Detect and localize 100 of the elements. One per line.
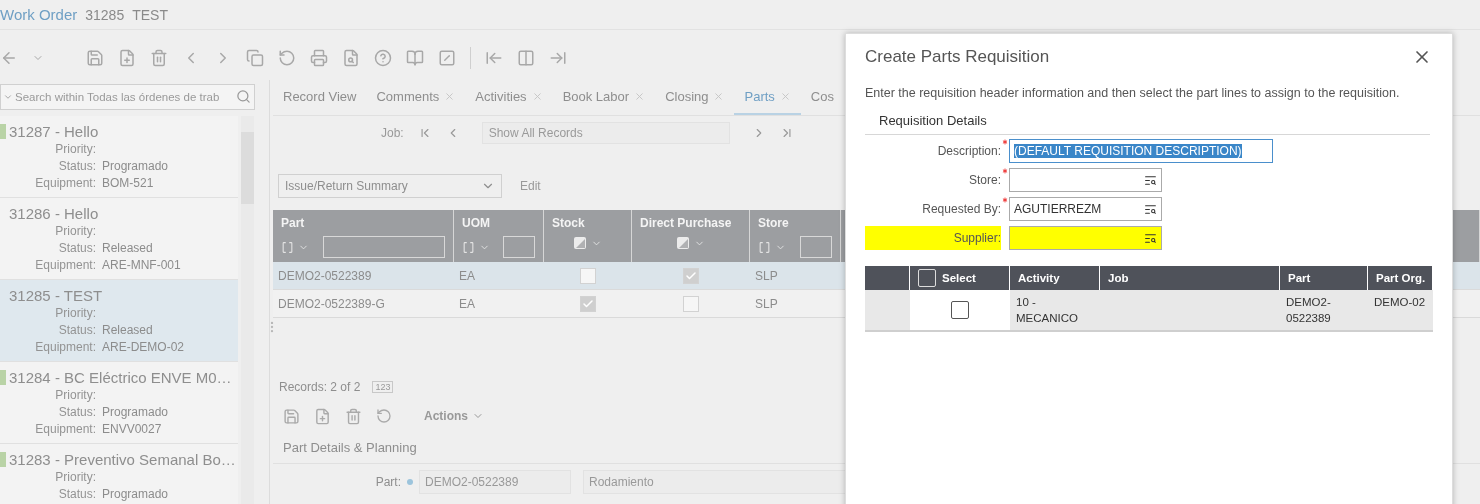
field-label: Equipment:	[34, 339, 96, 356]
tab[interactable]: Book Labor	[552, 80, 656, 115]
new-record-icon[interactable]	[314, 407, 331, 425]
lookup-icon[interactable]	[1144, 173, 1157, 187]
row-checkbox[interactable]	[951, 301, 969, 319]
filter-type-icon[interactable]	[462, 240, 475, 254]
edit-icon[interactable]	[438, 49, 456, 67]
tab[interactable]: Record View	[273, 80, 367, 115]
work-order-item[interactable]: 31284 - BC Eléctrico ENVE M0… Priority: Status: Programado Equipment: ENVV0027	[0, 362, 238, 444]
column-title: Part Org.	[1376, 272, 1426, 284]
save-icon[interactable]	[86, 49, 104, 67]
record-number: 31285	[85, 6, 125, 23]
undo-icon[interactable]	[278, 49, 296, 67]
grid-view-select[interactable]: Issue/Return Summary	[278, 174, 502, 198]
delete-icon[interactable]	[345, 407, 362, 425]
work-order-title: 31283 - Preventivo Semanal Bo…	[9, 450, 236, 468]
lookup-icon[interactable]	[1144, 231, 1157, 245]
lookup-field[interactable]	[1009, 168, 1162, 192]
close-icon[interactable]	[634, 90, 646, 102]
input-field[interactable]: (DEFAULT REQUISITION DESCRIPTION)	[1009, 139, 1273, 163]
field-value: Released	[102, 322, 153, 339]
dialog-title: Create Parts Requisition	[865, 47, 1050, 67]
table-cell: DEMO2-0522389	[273, 262, 454, 290]
tab[interactable]: Cos	[800, 80, 844, 115]
work-order-title: 31286 - Hello	[9, 204, 99, 222]
field-label: Priority:	[54, 305, 96, 322]
required-dot	[407, 479, 413, 485]
work-order-title: 31284 - BC Eléctrico ENVE M0…	[9, 368, 232, 386]
job-field[interactable]: Show All Records	[481, 122, 730, 144]
filter-field[interactable]	[503, 236, 535, 258]
field-label: Priority:	[54, 223, 96, 240]
filter-type-icon[interactable]	[281, 240, 294, 254]
tab[interactable]: Comments	[366, 80, 466, 115]
print-icon[interactable]	[310, 49, 328, 67]
field-label: Status:	[57, 158, 96, 175]
part-field[interactable]: DEMO2-0522389	[419, 470, 571, 494]
edit-link[interactable]: Edit	[520, 179, 541, 193]
filter-field[interactable]	[800, 236, 832, 258]
back-icon[interactable]	[0, 49, 18, 67]
new-record-icon[interactable]	[118, 49, 136, 67]
work-order-item[interactable]: 31283 - Preventivo Semanal Bo… Priority: Status: Programado	[0, 444, 238, 504]
close-icon[interactable]	[713, 90, 725, 102]
field-label: Description:	[936, 143, 1001, 160]
caret-icon[interactable]	[3, 92, 13, 102]
field-label: Equipment:	[34, 421, 96, 438]
lookup-field[interactable]: AGUTIERREZM	[1009, 197, 1162, 221]
delete-icon[interactable]	[150, 49, 168, 67]
field-label: Status:	[57, 404, 96, 421]
checkbox-filter-icon[interactable]	[676, 236, 690, 250]
save-icon[interactable]	[283, 407, 300, 425]
field-label: Priority:	[54, 469, 96, 486]
copy-icon[interactable]	[246, 49, 264, 67]
field-label: Part:	[374, 475, 401, 489]
book-icon[interactable]	[406, 49, 424, 67]
module-link[interactable]: Work Order	[0, 6, 78, 23]
column-title: Stock	[552, 216, 586, 230]
work-order-item[interactable]: 31286 - Hello Priority: Status: Released Equipment: ARE-MNF-001	[0, 198, 238, 280]
work-order-item[interactable]: 31287 - Hello Priority: Status: Programado Equipment: BOM-521	[0, 116, 238, 198]
lookup-icon[interactable]	[1144, 202, 1157, 216]
record-count-badge[interactable]: 123	[372, 381, 394, 393]
field-value: BOM-521	[102, 175, 154, 192]
select-all-checkbox[interactable]	[918, 269, 936, 287]
work-order-item[interactable]: 31285 - TEST Priority: Status: Released Equipment: ARE-DEMO-02	[0, 280, 238, 362]
work-order-title: 31287 - Hello	[9, 122, 99, 140]
search-field[interactable]: Search within Todas las órdenes de trab	[0, 84, 255, 110]
close-icon[interactable]	[444, 90, 456, 102]
collapse-left-icon[interactable]	[485, 49, 503, 67]
lookup-field[interactable]	[1009, 226, 1162, 250]
field-label: Status:	[57, 322, 96, 339]
field-value: Programado	[102, 158, 169, 175]
field-label: Equipment:	[34, 257, 96, 274]
actions-menu[interactable]: Actions	[424, 409, 484, 423]
tab[interactable]: Closing	[655, 80, 735, 115]
table-cell: DEMO-02	[1368, 290, 1433, 332]
close-icon[interactable]	[531, 90, 543, 102]
filter-field[interactable]	[323, 236, 445, 258]
collapse-right-icon[interactable]	[549, 49, 567, 67]
field-value: ARE-DEMO-02	[102, 339, 184, 356]
checkbox-filter-icon[interactable]	[573, 236, 587, 250]
table-cell: SLP	[750, 262, 841, 290]
field-label: Supplier:	[865, 226, 1001, 250]
filter-type-icon[interactable]	[758, 240, 771, 254]
field-value: Released	[102, 240, 153, 257]
tab[interactable]: Activities	[465, 80, 553, 115]
tab[interactable]: Parts	[734, 80, 801, 115]
record-count: Records: 2 of 2	[279, 380, 361, 394]
field-value: Programado	[102, 486, 169, 503]
search-icon[interactable]	[236, 89, 251, 104]
preview-icon[interactable]	[342, 49, 360, 67]
field-value: ENVV0027	[102, 421, 162, 438]
split-view-icon[interactable]	[517, 49, 535, 67]
column-title: Job	[1108, 272, 1129, 284]
help-icon[interactable]	[374, 49, 392, 67]
field-value: ARE-MNF-001	[102, 257, 181, 274]
undo-icon[interactable]	[376, 408, 392, 424]
close-icon[interactable]	[779, 90, 791, 102]
column-title: UOM	[462, 216, 491, 230]
column-title: Direct Purchase	[640, 216, 733, 230]
dialog-intro: Enter the requisition header information and then select the part lines to assign to the requisition.	[865, 86, 1401, 100]
column-title: Part	[281, 216, 306, 230]
